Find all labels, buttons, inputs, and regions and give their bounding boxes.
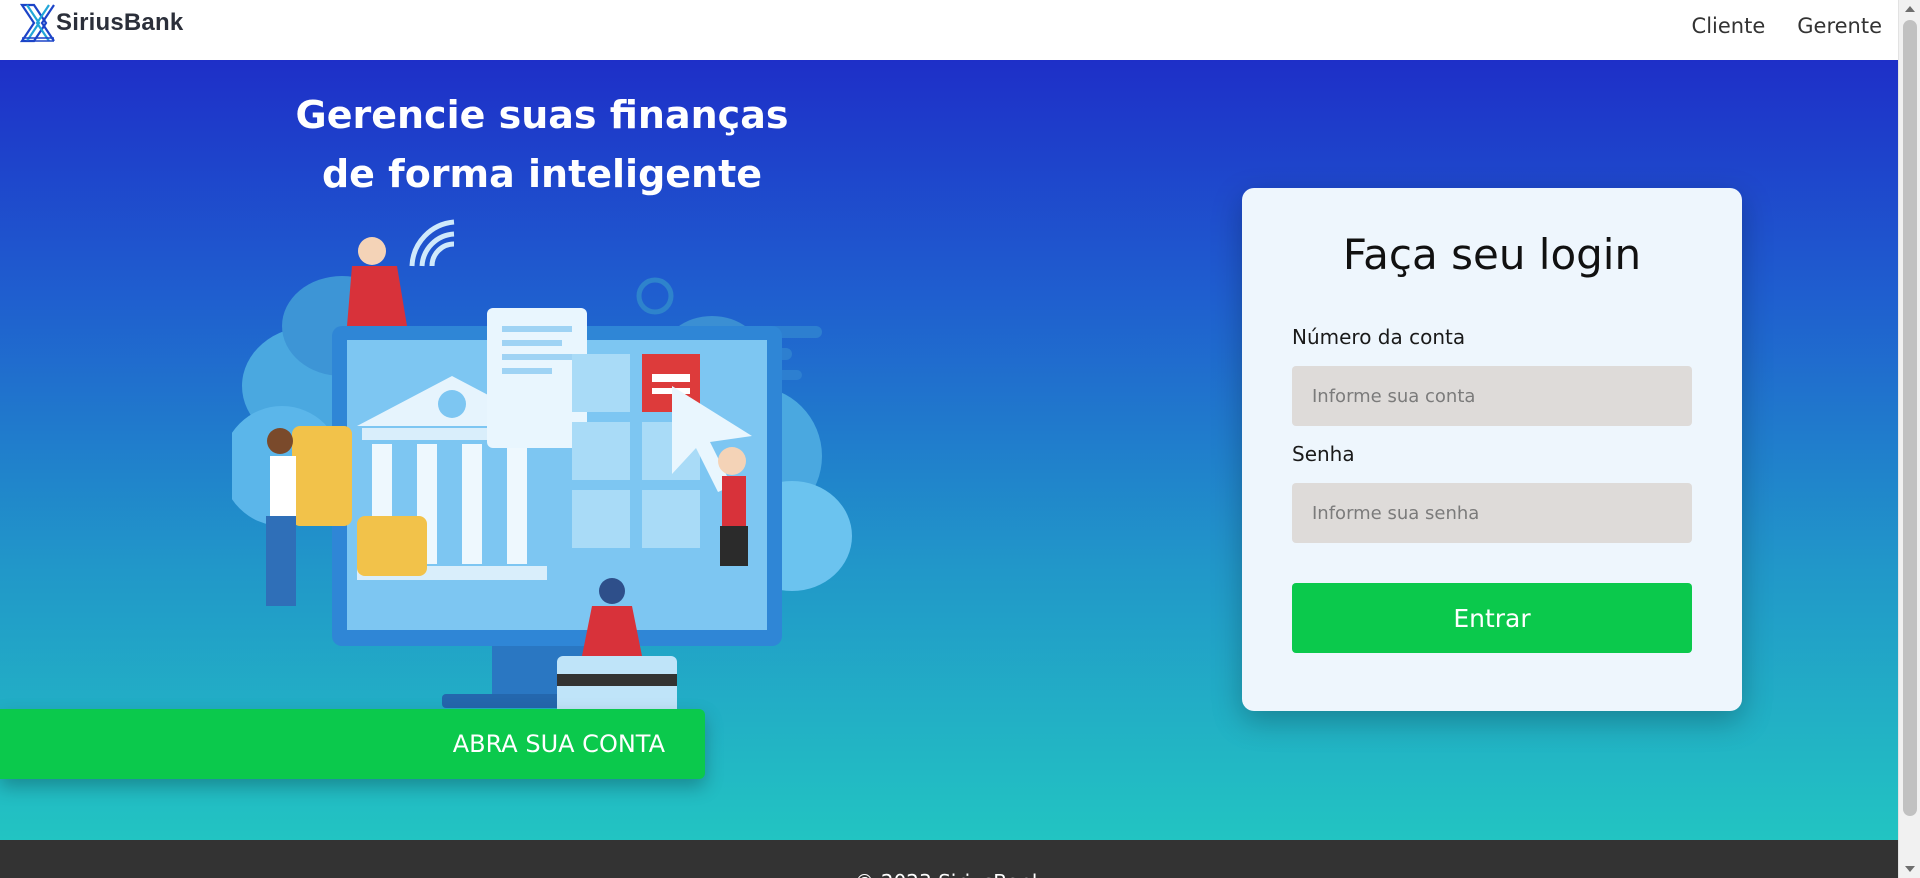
footer-copyright: © 2023 SiriusBank: [0, 870, 1898, 878]
sirius-logo-icon: [20, 3, 55, 43]
account-number-label: Número da conta: [1292, 325, 1466, 349]
password-label: Senha: [1292, 442, 1355, 466]
nav-link-gerente[interactable]: Gerente: [1797, 14, 1882, 38]
login-title: Faça seu login: [1342, 230, 1642, 279]
page-footer: © 2023 SiriusBank: [0, 840, 1898, 878]
hero-section: Gerencie suas finanças de forma intelige…: [0, 60, 1898, 840]
hero-headline: Gerencie suas finanças de forma intelige…: [242, 86, 842, 204]
login-submit-button[interactable]: Entrar: [1292, 583, 1692, 653]
open-account-button[interactable]: ABRA SUA CONTA: [0, 709, 705, 779]
brand-name: SiriusBank: [56, 9, 184, 36]
password-input[interactable]: [1292, 483, 1692, 543]
headline-line-1: Gerencie suas finanças: [295, 93, 789, 137]
online-banking-illustration: [232, 219, 852, 726]
scroll-up-arrow-icon[interactable]: [1905, 6, 1915, 12]
top-header: SiriusBank Cliente Gerente: [0, 0, 1898, 60]
headline-line-2: de forma inteligente: [321, 152, 763, 196]
scroll-thumb[interactable]: [1903, 20, 1917, 816]
account-number-input[interactable]: [1292, 366, 1692, 426]
scroll-down-arrow-icon[interactable]: [1905, 866, 1915, 872]
main-nav: Cliente Gerente: [1692, 14, 1882, 38]
vertical-scrollbar[interactable]: [1898, 0, 1920, 878]
brand-logo[interactable]: SiriusBank: [20, 2, 183, 44]
nav-link-cliente[interactable]: Cliente: [1692, 14, 1766, 38]
login-card: Faça seu login Número da conta Senha Ent…: [1242, 188, 1742, 711]
